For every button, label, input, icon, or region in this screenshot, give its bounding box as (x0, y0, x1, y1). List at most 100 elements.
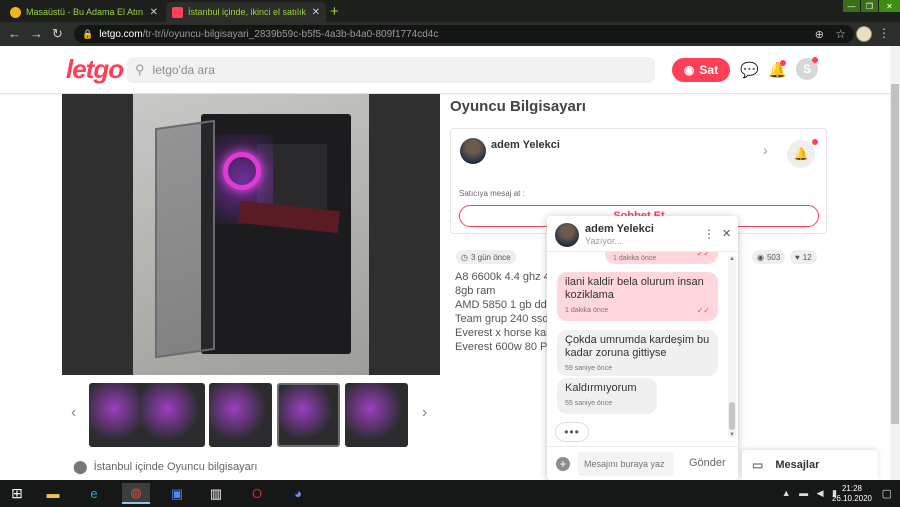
messages-bar-label: Mesajlar (775, 459, 820, 471)
clock-date: 26.10.2020 (831, 494, 872, 503)
chat-options-icon[interactable]: ⋮ (703, 227, 715, 241)
message-bubble-sent: 1 dakika önce ✓✓ (605, 252, 718, 264)
thumbnail[interactable] (142, 383, 205, 447)
new-tab-button[interactable]: + (330, 3, 339, 20)
posted-time-badge: ◷ 3 gün önce (456, 250, 516, 264)
search-icon: ⚲ (135, 62, 145, 77)
reload-icon[interactable]: ↻ (52, 26, 63, 42)
thumbnail[interactable] (345, 383, 408, 447)
listing-description: A8 6600k 4.4 ghz 4 8gb ram AMD 5850 1 gb… (455, 270, 555, 354)
bookmark-star-icon[interactable]: ☆ (835, 27, 846, 41)
scroll-down-icon[interactable]: ▼ (728, 432, 736, 438)
chat-header: adem Yelekci Yazıyor... ⋮ ✕ (547, 216, 738, 252)
search-placeholder: letgo'da ara (152, 63, 215, 77)
description-line: Team grup 240 ssd (455, 313, 549, 325)
thumbnail[interactable] (209, 383, 272, 447)
message-seller-label: Satıcıya mesaj at : (459, 189, 525, 198)
url-path: /tr-tr/i/oyuncu-bilgisayari_2839b59c-b5f… (142, 28, 439, 40)
location-text: İstanbul içinde Oyuncu bilgisayarı (93, 461, 258, 473)
chat-icon[interactable]: 💬 (740, 61, 759, 79)
notifications-icon[interactable]: ▢ (882, 487, 892, 500)
chat-popup: adem Yelekci Yazıyor... ⋮ ✕ 1 dakika önc… (547, 216, 738, 480)
message-time: 55 saniye önce (565, 400, 613, 407)
forward-arrow-icon[interactable]: → (30, 26, 43, 41)
opera-icon[interactable]: O (246, 483, 268, 504)
browser-tab-bar: Masaüstü - Bu Adama El Atın | Sa ✕ İstan… (0, 0, 900, 22)
bell-icon: 🔔 (793, 147, 809, 161)
maximize-icon[interactable]: ❐ (860, 0, 878, 12)
chat-message-input[interactable] (578, 452, 674, 476)
browser-tab[interactable]: Masaüstü - Bu Adama El Atın | Sa ✕ (4, 2, 164, 22)
search-input[interactable]: ⚲ letgo'da ara (127, 57, 655, 83)
thumbnail-selected[interactable] (277, 383, 340, 447)
send-button[interactable]: Gönder (689, 457, 726, 469)
message-text: Kaldırmıyorum (565, 382, 637, 394)
close-tab-icon[interactable]: ✕ (312, 7, 320, 18)
description-line: AMD 5850 1 gb ddr (455, 299, 551, 311)
seller-avatar[interactable] (460, 138, 486, 164)
seller-name[interactable]: adem Yelekci (491, 139, 560, 151)
message-text: Çokda umrumda kardeşim bu kadar zoruna g… (565, 334, 710, 359)
close-tab-icon[interactable]: ✕ (150, 7, 158, 18)
window-controls: — ❐ ✕ (842, 0, 900, 12)
minimize-icon[interactable]: — (842, 0, 860, 12)
message-bubble-received: Çokda umrumda kardeşim bu kadar zoruna g… (557, 330, 718, 376)
browser-menu-icon[interactable]: ⋮ (878, 26, 890, 40)
zoom-icon[interactable]: ⊕ (815, 28, 824, 41)
message-text: ilani kaldir bela olurum insan koziklama (565, 276, 704, 301)
typing-indicator: ••• (555, 422, 589, 442)
zoom-app-icon[interactable]: ▣ (166, 483, 188, 504)
messages-bar[interactable]: ▭ Mesajlar (742, 450, 878, 480)
chat-close-icon[interactable]: ✕ (722, 227, 731, 240)
bell-badge (812, 139, 818, 145)
chat-typing-status: Yazıyor... (585, 236, 622, 246)
sell-button[interactable]: ◉ Sat (672, 58, 730, 82)
camera-icon: ◉ (683, 63, 695, 77)
listing-title: Oyuncu Bilgisayarı (450, 98, 586, 115)
chevron-right-icon[interactable]: › (763, 142, 768, 158)
read-receipt-icon: ✓✓ (696, 252, 710, 258)
message-bubble-sent: ilani kaldir bela olurum insan koziklama… (557, 272, 718, 321)
description-line: Everest 600w 80 Pl (455, 341, 550, 353)
system-clock[interactable]: 21:28 26.10.2020 (832, 484, 872, 504)
rgb-fan-image (223, 152, 261, 190)
sell-button-label: Sat (699, 63, 719, 77)
listing-photo[interactable] (133, 94, 369, 375)
chrome-icon[interactable]: ◍ (122, 483, 150, 504)
chat-composer: + Gönder (547, 446, 738, 480)
thumbnail-next-icon[interactable]: › (422, 404, 427, 422)
likes-badge[interactable]: ♥ 12 (790, 250, 817, 264)
heart-icon: ♥ (795, 252, 800, 262)
internet-explorer-icon[interactable]: e (83, 483, 105, 504)
message-time: 1 dakika önce (565, 307, 609, 314)
views-count: 503 (766, 252, 781, 262)
thumbnail-prev-icon[interactable]: ‹ (71, 404, 76, 422)
close-window-icon[interactable]: ✕ (878, 0, 900, 12)
letgo-logo[interactable]: letgo (66, 54, 124, 85)
windows-start-icon[interactable]: ⊞ (6, 483, 28, 504)
discord-icon[interactable]: ◕ (287, 483, 309, 504)
attach-plus-icon[interactable]: + (556, 457, 570, 471)
description-line: A8 6600k 4.4 ghz 4 (455, 271, 550, 283)
browser-tab-active[interactable]: İstanbul içinde, ikinci el satılık Oy ✕ (166, 2, 326, 22)
page-scrollbar-thumb[interactable] (891, 84, 899, 424)
epic-games-icon[interactable]: ▥ (205, 483, 227, 504)
back-arrow-icon[interactable]: ← (8, 26, 21, 41)
eye-icon: ◉ (757, 252, 764, 262)
views-badge: ◉ 503 (752, 250, 786, 264)
chat-messages: 1 dakika önce ✓✓ ilani kaldir bela oluru… (547, 252, 738, 446)
chat-scrollbar[interactable]: ▲ ▼ (728, 256, 736, 438)
likes-count: 12 (802, 252, 812, 262)
address-bar[interactable]: 🔒 letgo.com /tr-tr/i/oyuncu-bilgisayari_… (74, 25, 854, 43)
scroll-up-icon[interactable]: ▲ (728, 256, 736, 262)
tab-title: Masaüstü - Bu Adama El Atın | Sa (26, 7, 146, 17)
posted-time-text: 3 gün önce (470, 252, 511, 262)
file-explorer-icon[interactable]: ▬ (42, 483, 64, 504)
read-receipt-icon: ✓✓ (696, 306, 710, 315)
chat-scrollbar-thumb[interactable] (729, 402, 735, 430)
profile-avatar[interactable] (856, 26, 872, 42)
follow-bell-button[interactable]: 🔔 (787, 140, 815, 168)
chat-contact-name[interactable]: adem Yelekci (585, 223, 654, 235)
chat-avatar[interactable] (555, 223, 579, 247)
listing-location[interactable]: ⬤ İstanbul içinde Oyuncu bilgisayarı (73, 459, 257, 475)
